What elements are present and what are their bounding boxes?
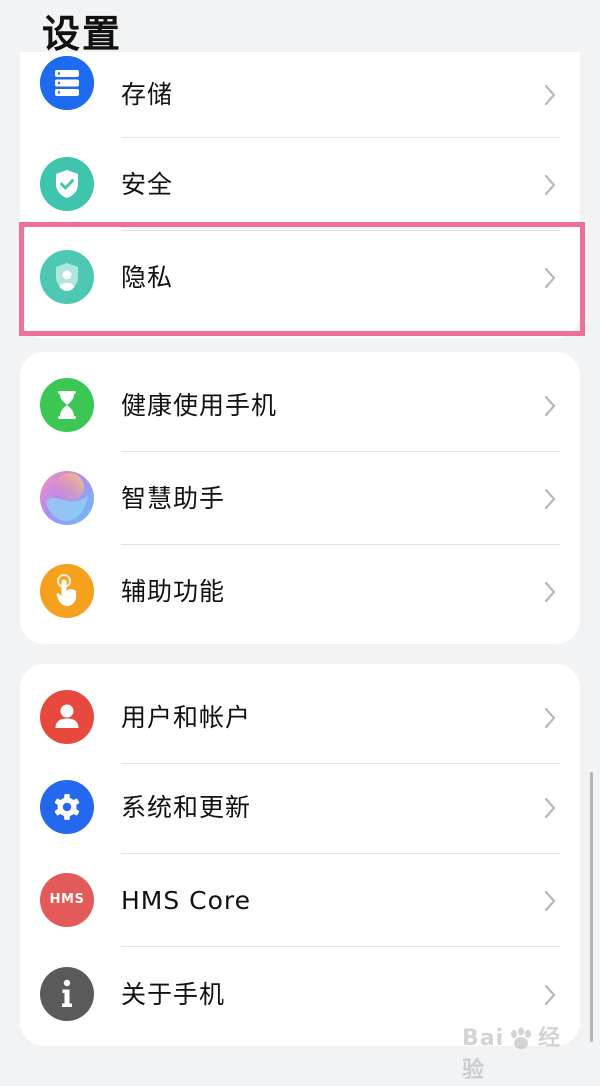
divider	[121, 946, 560, 947]
gear-icon	[40, 780, 94, 834]
settings-item-label: 智慧助手	[121, 484, 226, 513]
paw-icon	[511, 1027, 532, 1049]
settings-item-system-update[interactable]: 系统和更新	[20, 761, 580, 854]
chevron-right-icon	[544, 395, 556, 417]
chevron-right-icon	[544, 890, 556, 912]
hourglass-icon	[40, 378, 94, 432]
settings-item-hms-core[interactable]: HMS HMS Core	[20, 854, 580, 947]
settings-item-security[interactable]: 安全	[20, 138, 580, 231]
hms-icon-text: HMS	[49, 892, 85, 907]
chevron-right-icon	[544, 267, 556, 289]
watermark: Bai 经验	[462, 1020, 582, 1083]
chevron-right-icon	[544, 84, 556, 106]
settings-item-accessibility[interactable]: 辅助功能	[20, 545, 580, 638]
settings-item-users-accounts[interactable]: 用户和帐户	[20, 671, 580, 764]
shield-check-icon	[40, 157, 94, 211]
settings-group-wellbeing: 健康使用手机 智慧助手 辅助功能	[20, 352, 580, 644]
settings-item-label: 健康使用手机	[121, 391, 278, 420]
watermark-text-left: Bai	[462, 1026, 505, 1051]
settings-item-label: 安全	[121, 170, 174, 199]
settings-item-label: 存储	[121, 80, 174, 109]
settings-group-device: 存储 安全 隐私	[20, 52, 580, 338]
hms-icon: HMS	[40, 873, 94, 927]
chevron-right-icon	[544, 174, 556, 196]
chevron-right-icon	[544, 707, 556, 729]
settings-item-label: 关于手机	[121, 980, 226, 1009]
chevron-right-icon	[544, 984, 556, 1006]
assistant-orb-icon	[40, 471, 94, 525]
user-icon	[40, 690, 94, 744]
settings-item-assistant[interactable]: 智慧助手	[20, 452, 580, 545]
settings-group-system: 用户和帐户 系统和更新 HMS HMS Core 关于手机	[20, 664, 580, 1046]
settings-item-digital-balance[interactable]: 健康使用手机	[20, 359, 580, 452]
settings-item-label: 辅助功能	[121, 577, 226, 606]
chevron-right-icon	[544, 488, 556, 510]
storage-icon	[40, 56, 94, 110]
scrollbar[interactable]	[590, 772, 593, 1042]
hand-touch-icon	[40, 564, 94, 618]
settings-item-label: HMS Core	[121, 886, 252, 915]
settings-item-storage[interactable]: 存储	[20, 52, 580, 138]
settings-item-label: 隐私	[121, 263, 174, 292]
settings-item-privacy[interactable]: 隐私	[20, 231, 580, 324]
chevron-right-icon	[544, 581, 556, 603]
chevron-right-icon	[544, 797, 556, 819]
settings-item-label: 系统和更新	[121, 793, 252, 822]
info-icon	[40, 967, 94, 1021]
privacy-shield-icon	[40, 250, 94, 304]
settings-item-label: 用户和帐户	[121, 703, 252, 732]
